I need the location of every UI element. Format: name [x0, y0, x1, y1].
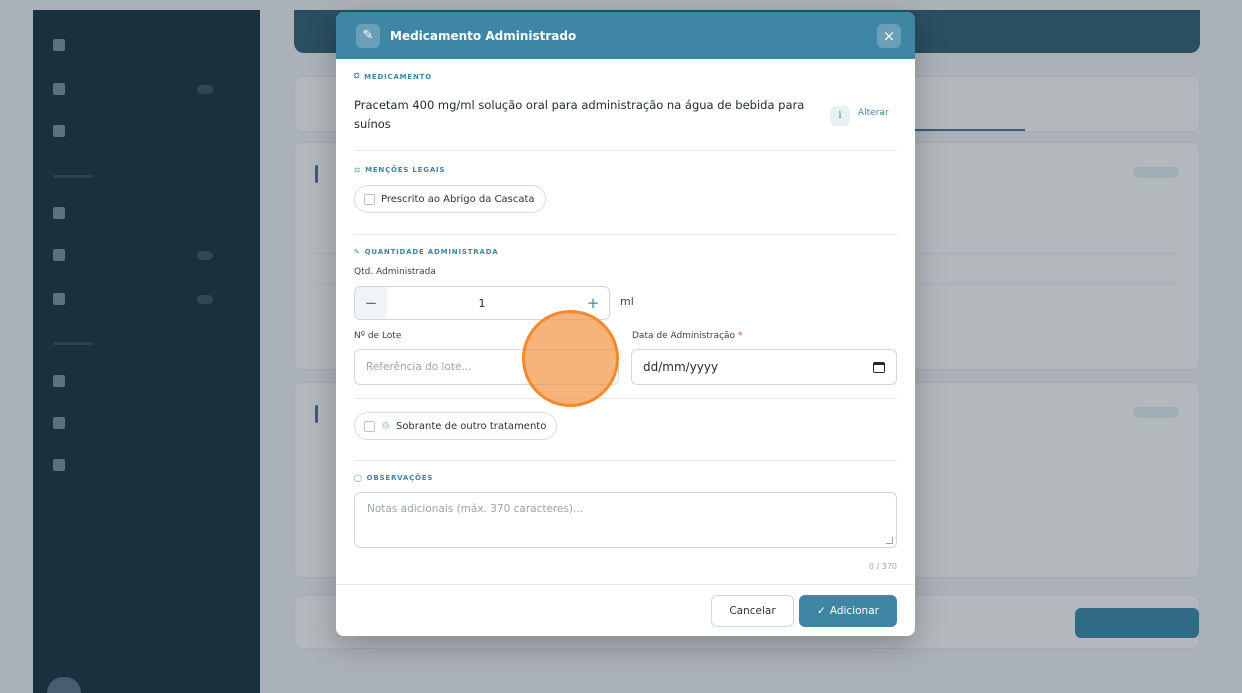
scales-icon: ⚖	[354, 166, 362, 174]
divider	[354, 460, 897, 461]
calendar-icon[interactable]	[873, 361, 885, 373]
section-label-quantity: ✎ QUANTIDADE ADMINISTRADA	[354, 248, 499, 256]
speech-bubble-icon: ◯	[354, 474, 363, 482]
check-icon: ✓	[817, 605, 826, 617]
divider	[354, 150, 897, 151]
info-button[interactable]: i	[830, 106, 850, 126]
leftover-checkbox[interactable]: ♲ Sobrante de outro tratamento	[354, 412, 558, 440]
lot-label: Nº de Lote	[354, 331, 402, 341]
quantity-value[interactable]: 1	[387, 297, 577, 310]
char-counter: 0 / 370	[868, 562, 897, 571]
close-button[interactable]: ×	[877, 24, 901, 48]
add-button-label: Adicionar	[829, 605, 879, 617]
date-label: Data de Administração *	[632, 331, 743, 341]
cascade-checkbox-label: Prescrito ao Abrigo da Cascata	[381, 193, 535, 205]
unit-label: ml	[620, 295, 634, 308]
change-medication-link[interactable]: Alterar	[858, 108, 889, 118]
modal-title: Medicamento Administrado	[390, 28, 577, 43]
date-placeholder: dd/mm/yyyy	[643, 360, 719, 374]
modal-footer: Cancelar ✓ Adicionar	[336, 584, 915, 636]
recycle-icon: ♲	[381, 420, 390, 432]
section-label-medication: ⛋ MEDICAMENTO	[354, 72, 432, 81]
qty-label: Qtd. Administrada	[354, 267, 436, 277]
required-marker: *	[737, 331, 743, 341]
lot-placeholder: Referência do lote...	[366, 361, 472, 373]
resize-grip-icon[interactable]	[886, 537, 893, 544]
touch-indicator	[522, 310, 619, 407]
decrement-button[interactable]: −	[355, 287, 387, 319]
divider	[354, 398, 897, 399]
medication-name: Pracetam 400 mg/ml solução oral para adm…	[354, 98, 805, 131]
checkbox-square[interactable]	[364, 420, 375, 432]
cascade-checkbox[interactable]: Prescrito ao Abrigo da Cascata	[354, 185, 546, 213]
pencil-icon: ✎	[356, 23, 380, 48]
checkbox-square[interactable]	[364, 193, 375, 205]
notes-textarea[interactable]: Notas adicionais (máx. 370 caracteres)..…	[354, 492, 897, 548]
medicine-icon: ⛋	[354, 72, 361, 80]
section-label-notes: ◯ OBSERVAÇÕES	[354, 474, 434, 482]
date-input[interactable]: dd/mm/yyyy	[631, 349, 897, 385]
divider	[354, 234, 897, 235]
section-label-legal: ⚖ MENÇÕES LEGAIS	[354, 166, 446, 174]
dropper-icon: ✎	[354, 248, 361, 256]
notes-placeholder: Notas adicionais (máx. 370 caracteres)..…	[367, 503, 584, 515]
add-button[interactable]: ✓ Adicionar	[799, 595, 897, 627]
modal-header: ✎ Medicamento Administrado ×	[336, 12, 915, 59]
medication-modal: ✎ Medicamento Administrado × ⛋ MEDICAMEN…	[336, 12, 915, 636]
leftover-checkbox-label: Sobrante de outro tratamento	[395, 420, 547, 432]
cancel-button[interactable]: Cancelar	[711, 595, 794, 627]
